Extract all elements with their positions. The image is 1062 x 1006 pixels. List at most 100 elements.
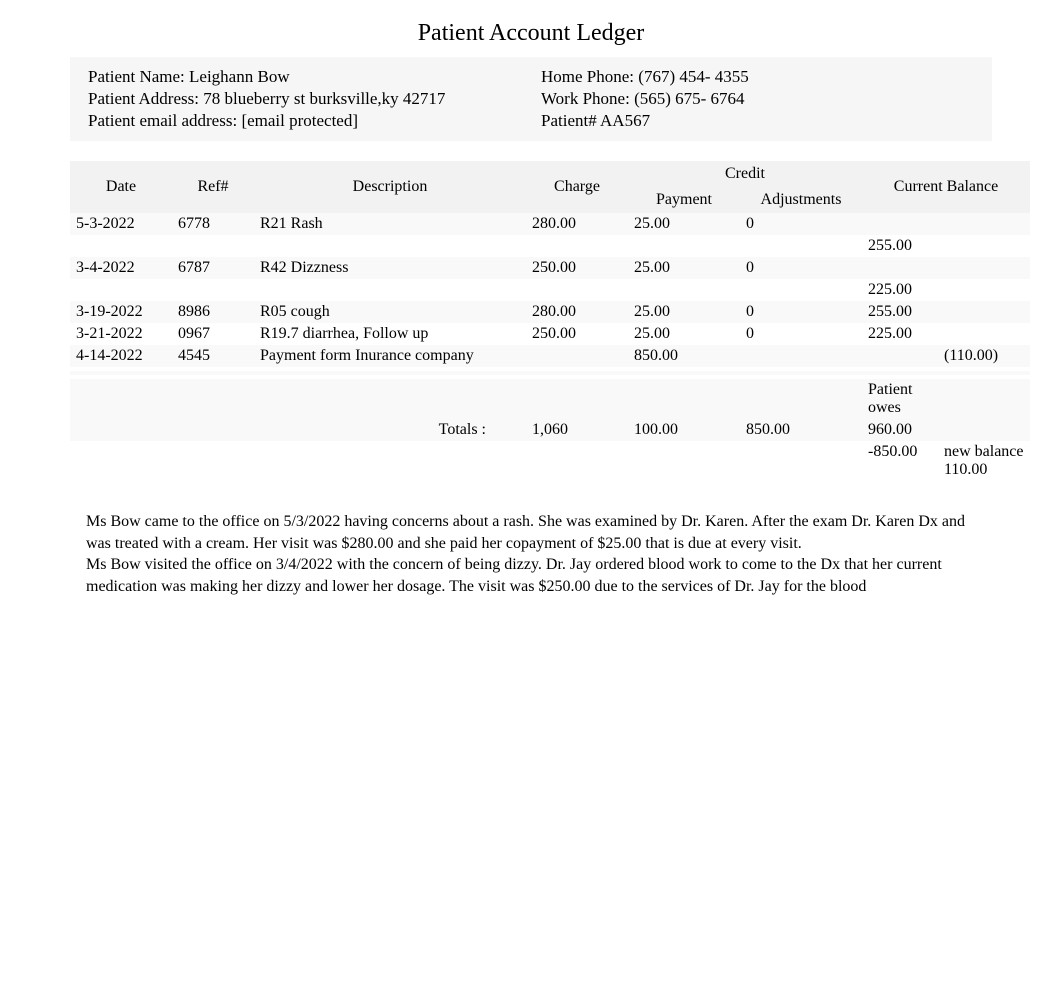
totals-note: new balance 110.00 — [938, 441, 1030, 481]
patient-info-box: Patient Name: Leighann Bow Patient Addre… — [70, 57, 992, 141]
page-title: Patient Account Ledger — [30, 20, 1032, 47]
ledger-table: Date Ref# Description Charge Credit Curr… — [70, 161, 1030, 481]
cell-ref — [172, 279, 254, 301]
cell-charge: 250.00 — [526, 323, 628, 345]
narrative-p2: Ms Bow visited the office on 3/4/2022 wi… — [86, 554, 976, 597]
cell-ref: 6787 — [172, 257, 254, 279]
cell-ref: 4545 — [172, 345, 254, 367]
cell-desc: R21 Rash — [254, 213, 526, 235]
ledger-body: 5-3-20226778R21 Rash280.0025.000255.003-… — [70, 213, 1030, 419]
totals-adjust: 850.00 — [740, 419, 862, 441]
table-row: 3-21-20220967R19.7 diarrhea, Follow up25… — [70, 323, 1030, 345]
cell-desc: R42 Dizzness — [254, 257, 526, 279]
cell-balance2: (110.00) — [938, 345, 1030, 367]
cell-balance — [862, 213, 938, 235]
cell-payment — [628, 279, 740, 301]
cell-adjust: 0 — [740, 257, 862, 279]
cell-desc — [254, 279, 526, 301]
table-row: 255.00 — [70, 235, 1030, 257]
cell-date — [70, 279, 172, 301]
ledger-header: Date Ref# Description Charge Credit Curr… — [70, 161, 1030, 213]
cell-balance2 — [938, 301, 1030, 323]
cell-adjust — [740, 379, 862, 419]
cell-charge — [526, 235, 628, 257]
patient-name-row: Patient Name: Leighann Bow — [88, 67, 521, 87]
cell-date — [70, 379, 172, 419]
home-phone-row: Home Phone: (767) 454- 4355 — [541, 67, 974, 87]
cell-desc — [254, 379, 526, 419]
cell-charge: 250.00 — [526, 257, 628, 279]
patient-name-value: Leighann Bow — [189, 67, 290, 86]
narrative-p1: Ms Bow came to the office on 5/3/2022 ha… — [86, 511, 976, 554]
table-row: 3-4-20226787R42 Dizzness250.0025.000 — [70, 257, 1030, 279]
narrative-block: Ms Bow came to the office on 5/3/2022 ha… — [86, 511, 976, 597]
table-row: 5-3-20226778R21 Rash280.0025.000 — [70, 213, 1030, 235]
cell-ref — [172, 235, 254, 257]
cell-desc: R19.7 diarrhea, Follow up — [254, 323, 526, 345]
cell-payment: 25.00 — [628, 257, 740, 279]
cell-balance: 225.00 — [862, 323, 938, 345]
cell-balance2 — [938, 379, 1030, 419]
cell-ref — [172, 379, 254, 419]
ledger-totals: Totals : 1,060 100.00 850.00 960.00 -850… — [70, 419, 1030, 481]
patient-number-label: Patient# — [541, 111, 600, 130]
cell-adjust — [740, 345, 862, 367]
cell-payment: 25.00 — [628, 213, 740, 235]
cell-adjust: 0 — [740, 301, 862, 323]
cell-date — [70, 235, 172, 257]
cell-balance: 255.00 — [862, 235, 938, 257]
col-payment: Payment — [628, 187, 740, 213]
patient-number-row: Patient# AA567 — [541, 111, 974, 131]
cell-balance2 — [938, 213, 1030, 235]
cell-charge — [526, 345, 628, 367]
col-ref: Ref# — [172, 161, 254, 213]
cell-adjust: 0 — [740, 213, 862, 235]
table-row: 4-14-20224545Payment form Inurance compa… — [70, 345, 1030, 367]
table-row: 225.00 — [70, 279, 1030, 301]
patient-name-label: Patient Name: — [88, 67, 189, 86]
cell-adjust — [740, 279, 862, 301]
col-adjustments: Adjustments — [740, 187, 862, 213]
cell-balance2 — [938, 257, 1030, 279]
col-current-balance: Current Balance — [862, 161, 1030, 213]
cell-ref: 0967 — [172, 323, 254, 345]
cell-payment: 25.00 — [628, 323, 740, 345]
cell-date: 3-19-2022 — [70, 301, 172, 323]
totals-payment: 100.00 — [628, 419, 740, 441]
cell-balance: 255.00 — [862, 301, 938, 323]
cell-charge: 280.00 — [526, 301, 628, 323]
cell-payment: 850.00 — [628, 345, 740, 367]
table-row: Patient owes — [70, 379, 1030, 419]
cell-ref: 8986 — [172, 301, 254, 323]
cell-charge — [526, 379, 628, 419]
cell-desc: R05 cough — [254, 301, 526, 323]
cell-balance: 225.00 — [862, 279, 938, 301]
cell-date: 4-14-2022 — [70, 345, 172, 367]
patient-email-row: Patient email address: [email protected] — [88, 111, 521, 131]
cell-balance2 — [938, 323, 1030, 345]
cell-payment — [628, 235, 740, 257]
col-description: Description — [254, 161, 526, 213]
cell-balance2 — [938, 279, 1030, 301]
patient-email-label: Patient email address: — [88, 111, 241, 130]
patient-email-value: [email protected] — [241, 111, 358, 130]
totals-minus: -850.00 — [862, 441, 938, 481]
patient-info-left: Patient Name: Leighann Bow Patient Addre… — [78, 65, 531, 133]
table-row: 3-19-20228986R05 cough280.0025.000255.00 — [70, 301, 1030, 323]
patient-address-value: 78 blueberry st burksville,ky 42717 — [203, 89, 445, 108]
col-date: Date — [70, 161, 172, 213]
cell-payment: 25.00 — [628, 301, 740, 323]
cell-charge — [526, 279, 628, 301]
cell-date: 5-3-2022 — [70, 213, 172, 235]
totals-charge: 1,060 — [526, 419, 628, 441]
cell-adjust: 0 — [740, 323, 862, 345]
cell-date: 3-21-2022 — [70, 323, 172, 345]
col-charge: Charge — [526, 161, 628, 213]
patient-info-right: Home Phone: (767) 454- 4355 Work Phone: … — [531, 65, 984, 133]
cell-desc — [254, 235, 526, 257]
home-phone-label: Home Phone: — [541, 67, 638, 86]
cell-charge: 280.00 — [526, 213, 628, 235]
cell-date: 3-4-2022 — [70, 257, 172, 279]
cell-balance: Patient owes — [862, 379, 938, 419]
cell-balance — [862, 345, 938, 367]
